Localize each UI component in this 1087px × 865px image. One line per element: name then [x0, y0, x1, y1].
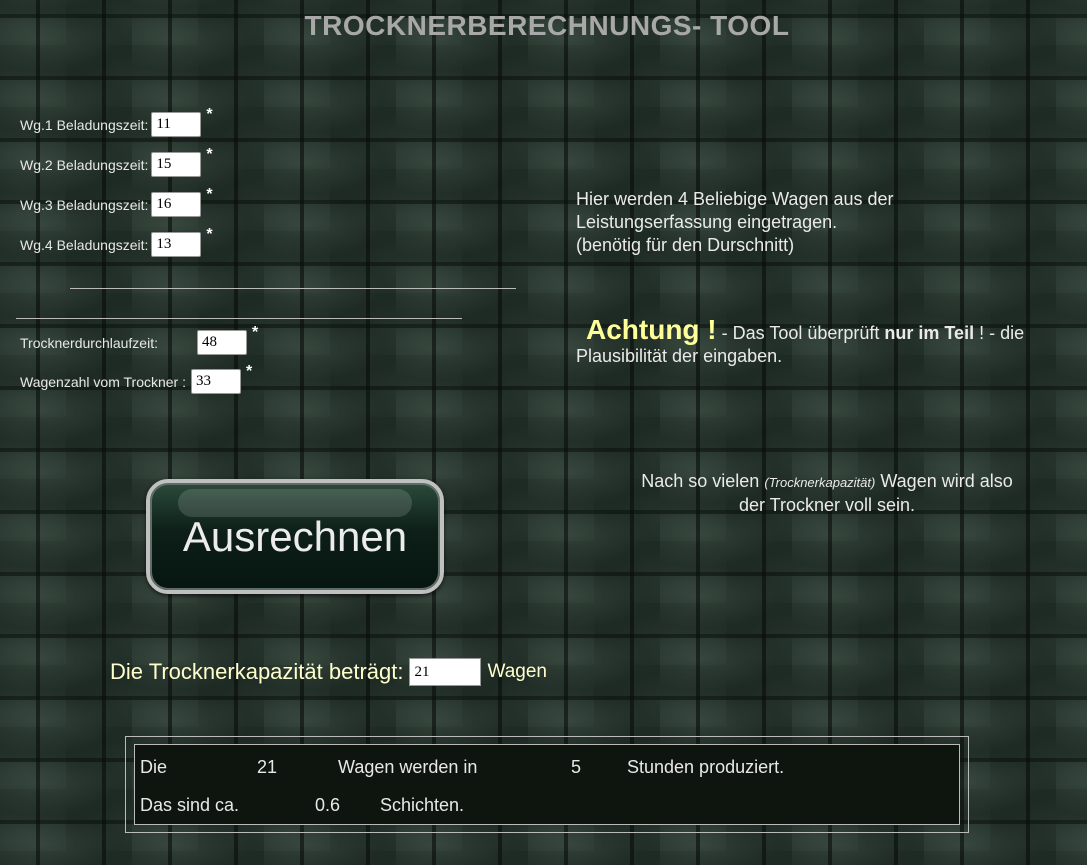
dryer-runtime-label: Trocknerdurchlaufzeit:: [20, 334, 158, 351]
wagon-1-label: Wg.1 Beladungszeit:: [20, 116, 149, 133]
wagon-3-input[interactable]: [151, 192, 202, 217]
result-row: Die Trocknerkapazität beträgt: Wagen: [110, 658, 547, 686]
hint-before: Nach so vielen: [641, 471, 765, 491]
required-mark: *: [252, 324, 259, 341]
result-label: Die Trocknerkapazität beträgt:: [110, 659, 404, 684]
warning-line2: Plausibilität der eingaben.: [576, 346, 783, 366]
wagon-2-label: Wg.2 Beladungszeit:: [20, 156, 149, 173]
required-mark: *: [206, 226, 213, 243]
summary-word: Die: [140, 757, 168, 777]
summary-word: Wagen werden in: [338, 757, 478, 777]
wagon-4-label: Wg.4 Beladungszeit:: [20, 236, 149, 253]
hint-line2: der Trockner voll sein.: [738, 495, 916, 515]
required-mark: *: [246, 363, 253, 380]
wagon-1-input[interactable]: [151, 112, 202, 137]
summary-shifts-value: 0.6: [315, 795, 341, 815]
required-mark: *: [206, 186, 213, 203]
dryer-count-row: Wagenzahl vom Trockner : *: [20, 363, 252, 394]
summary-word: Schichten.: [380, 795, 465, 815]
divider: [70, 288, 516, 289]
summary-box: Die 21 Wagen werden in 5 Stunden produzi…: [125, 736, 969, 833]
warning-text-b: ! - die: [974, 323, 1025, 343]
divider: [16, 318, 462, 319]
dryer-count-input[interactable]: [191, 369, 241, 394]
info-text: Hier werden 4 Beliebige Wagen aus der Le…: [576, 188, 894, 257]
summary-inner: Die 21 Wagen werden in 5 Stunden produzi…: [134, 744, 960, 825]
wagon-2-row: Wg.2 Beladungszeit: *: [20, 146, 213, 177]
info-line: Leistungserfassung eingetragen.: [576, 212, 838, 232]
calculate-button[interactable]: Ausrechnen: [146, 479, 444, 594]
summary-hours-value: 5: [571, 757, 582, 777]
info-line: Hier werden 4 Beliebige Wagen aus der: [576, 189, 894, 209]
hint-em: (Trocknerkapazität): [764, 475, 876, 490]
warning-word: Achtung !: [586, 314, 717, 345]
hint-after: Wagen wird also: [875, 471, 1013, 491]
dryer-count-label: Wagenzahl vom Trockner :: [20, 373, 186, 390]
result-unit: Wagen: [487, 661, 547, 682]
warning-strong: nur im Teil: [884, 323, 975, 343]
dryer-runtime-row: Trocknerdurchlaufzeit: *: [20, 324, 258, 355]
required-mark: *: [206, 146, 213, 163]
wagon-3-row: Wg.3 Beladungszeit: *: [20, 186, 213, 217]
wagon-4-row: Wg.4 Beladungszeit: *: [20, 226, 213, 257]
wagon-1-row: Wg.1 Beladungszeit: *: [20, 106, 213, 137]
warning-text: Achtung ! - Das Tool überprüft nur im Te…: [576, 316, 1076, 368]
capacity-hint: Nach so vielen (Trocknerkapazität) Wagen…: [600, 470, 1054, 517]
result-capacity-input[interactable]: [409, 658, 482, 686]
calculate-button-label: Ausrechnen: [182, 512, 408, 560]
info-line: (benötig für den Durschnitt): [576, 235, 795, 255]
dryer-runtime-input[interactable]: [197, 330, 247, 355]
wagon-4-input[interactable]: [151, 232, 202, 257]
required-mark: *: [206, 106, 213, 123]
summary-word: Das sind ca.: [140, 795, 240, 815]
summary-word: Stunden produziert.: [627, 757, 785, 777]
wagon-2-input[interactable]: [151, 152, 202, 177]
page-title: TROCKNERBERECHNUNGS- TOOL: [304, 10, 790, 41]
summary-wagons-value: 21: [257, 757, 278, 777]
wagon-3-label: Wg.3 Beladungszeit:: [20, 196, 149, 213]
warning-text-a: - Das Tool überprüft: [716, 323, 885, 343]
